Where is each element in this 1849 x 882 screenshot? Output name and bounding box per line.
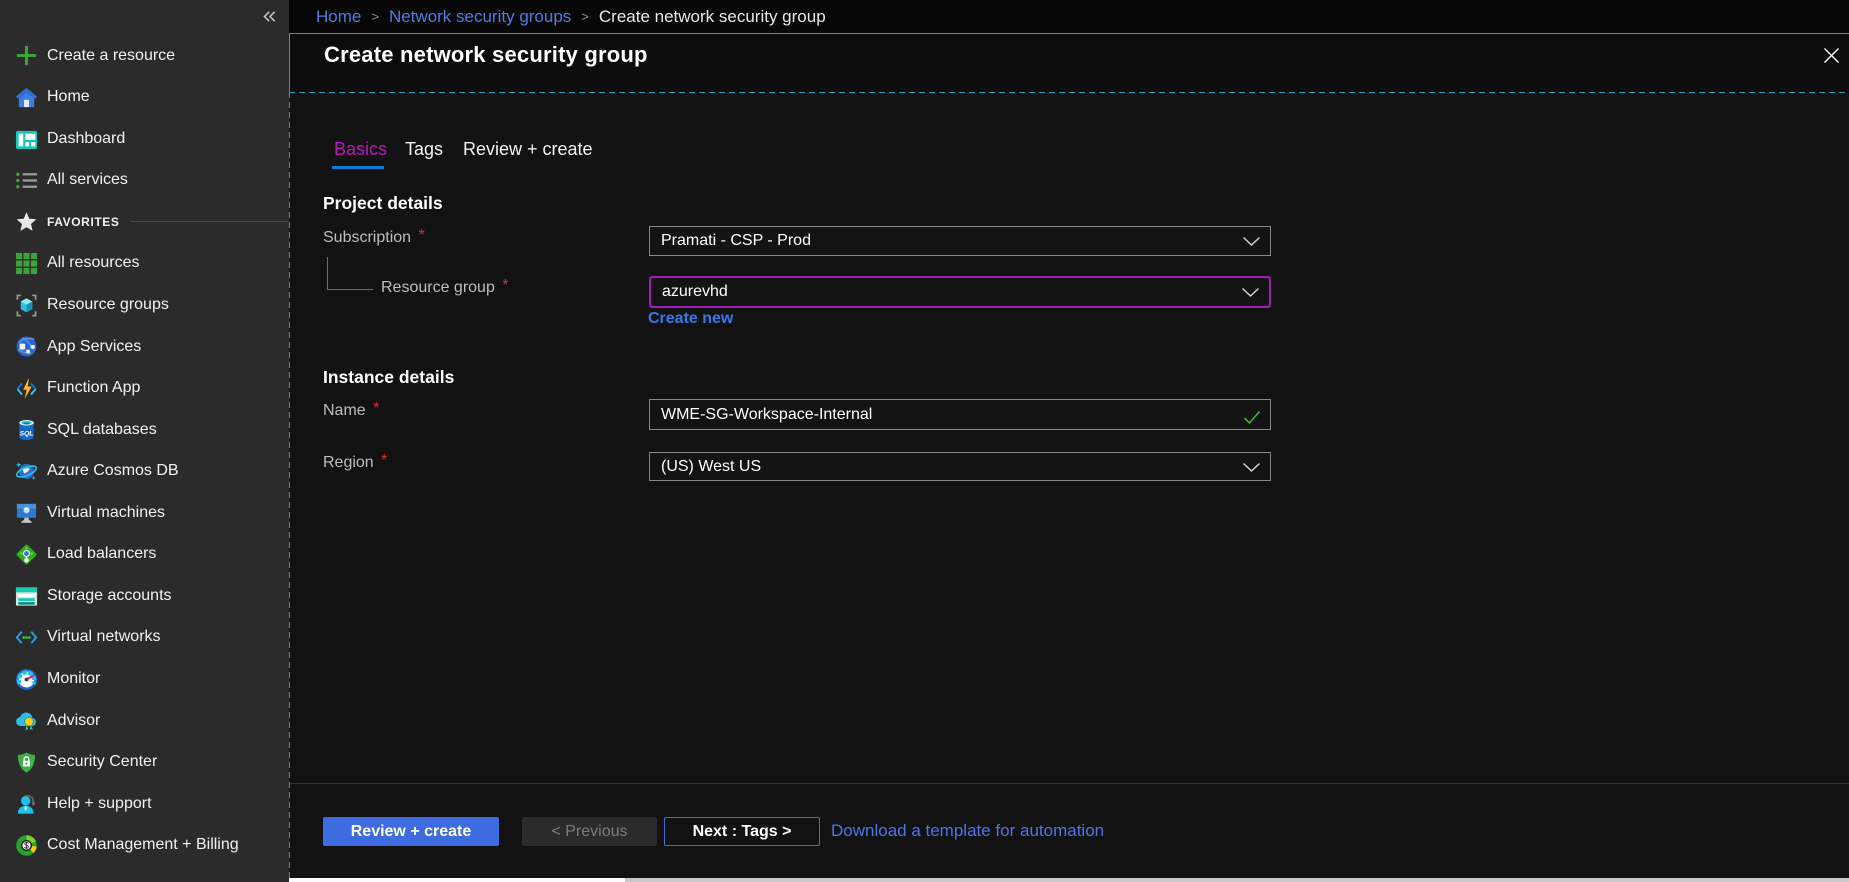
svg-text:SQL: SQL — [20, 430, 34, 437]
